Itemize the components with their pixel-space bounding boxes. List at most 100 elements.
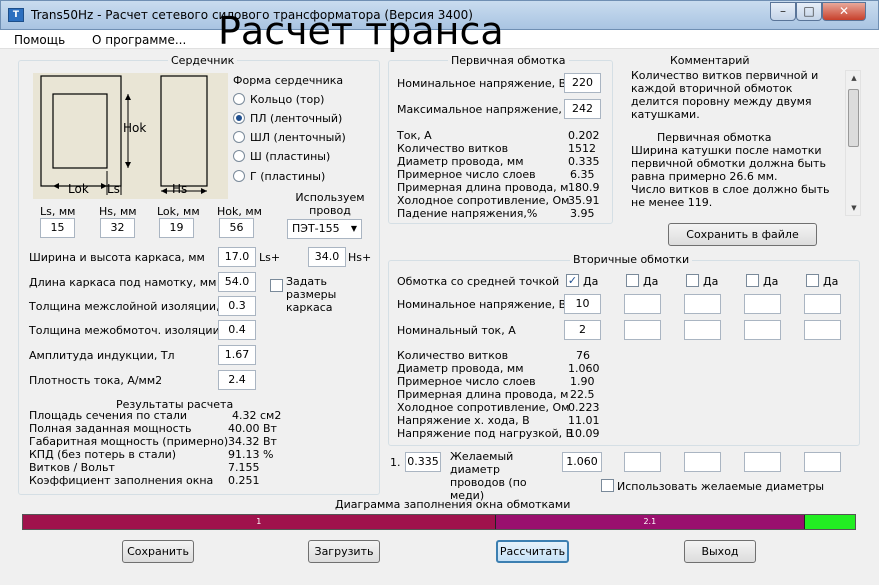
save-button[interactable]: Сохранить — [122, 540, 194, 563]
dim-input-hok[interactable]: 56 — [219, 218, 254, 238]
comment-paragraph: Число витков в слое должно быть не менее… — [631, 183, 830, 209]
secondary-row-label: Примерное число слоев — [397, 375, 536, 388]
use-desired-label: Использовать желаемые диаметры — [617, 480, 825, 493]
center-tap-checkbox[interactable]: ✓ — [566, 274, 579, 287]
secondary-desired-input[interactable] — [624, 452, 661, 472]
scroll-up-icon[interactable]: ▲ — [846, 71, 862, 85]
set-frame-label: Задать размеры каркаса — [286, 275, 337, 314]
comment-scrollbar[interactable]: ▲ ▼ — [845, 70, 861, 216]
comment-text: Количество витков первичной и каждой вто… — [631, 69, 841, 219]
induction-input[interactable]: 1.67 — [218, 345, 256, 365]
secondary-voltage-input[interactable] — [804, 294, 841, 314]
center-tap-checkbox[interactable] — [746, 274, 759, 287]
save-to-file-button[interactable]: Сохранить в файле — [668, 223, 817, 246]
exit-button[interactable]: Выход — [684, 540, 756, 563]
secondary-row-value: 76 — [576, 349, 590, 362]
secondary-desired-input[interactable] — [684, 452, 721, 472]
radio-shape-torus[interactable] — [233, 93, 245, 105]
secondary-desired-input[interactable]: 1.060 — [562, 452, 602, 472]
primary-nominal-label: Номинальное напряжение, В — [397, 77, 567, 90]
secondary-row-label: Холодное сопротивление, Ом — [397, 401, 570, 414]
yes-label: Да — [763, 275, 779, 288]
frame-length-label: Длина каркаса под намотку, мм — [29, 276, 217, 289]
core-diagram — [33, 73, 228, 199]
result-label: Полная заданная мощность — [29, 422, 192, 435]
center-tap-checkbox[interactable] — [806, 274, 819, 287]
dim-input-ls[interactable]: 15 — [40, 218, 75, 238]
radio-shape-sh[interactable] — [233, 150, 245, 162]
menu-help[interactable]: Помощь — [14, 33, 65, 47]
secondary-row-value: 0.223 — [568, 401, 600, 414]
secondary-current-input[interactable] — [804, 320, 841, 340]
menu-about[interactable]: О программе... — [92, 33, 186, 47]
center-tap-checkbox[interactable] — [626, 274, 639, 287]
interlayer-label: Толщина межслойной изоляции, мм — [29, 300, 240, 313]
secondary-current-input[interactable] — [744, 320, 781, 340]
result-label: Площадь сечения по стали — [29, 409, 188, 422]
use-desired-checkbox[interactable] — [601, 479, 614, 492]
set-frame-checkbox[interactable] — [270, 279, 283, 292]
minimize-button[interactable]: – — [770, 2, 796, 21]
load-button[interactable]: Загрузить — [308, 540, 380, 563]
dim-label-hs: Hs, мм — [99, 205, 137, 218]
diagram-segment: 2.1 — [495, 515, 806, 529]
desired-diameter-label: Желаемый диаметр проводов (по меди) — [450, 450, 527, 502]
secondary-desired-input[interactable] — [744, 452, 781, 472]
close-button[interactable]: ✕ — [822, 2, 866, 21]
primary-max-input[interactable]: 242 — [564, 99, 601, 119]
radio-shape-pl[interactable] — [233, 112, 245, 124]
frame-length-input[interactable]: 54.0 — [218, 272, 256, 292]
result-value: 0.251 — [228, 474, 260, 487]
scroll-down-icon[interactable]: ▼ — [846, 201, 862, 215]
secondary-voltage-input[interactable]: 10 — [564, 294, 601, 314]
secondary-voltage-input[interactable] — [624, 294, 661, 314]
radio-shape-g[interactable] — [233, 170, 245, 182]
secondary-voltage-input[interactable] — [684, 294, 721, 314]
primary-row-value: 1512 — [568, 142, 596, 155]
shape-title: Форма сердечника — [233, 74, 344, 87]
dim-label-lok: Lok, мм — [157, 205, 200, 218]
calculate-button[interactable]: Рассчитать — [496, 540, 569, 563]
primary-row-value: 35.91 — [568, 194, 600, 207]
secondary-desired-input[interactable] — [804, 452, 841, 472]
scroll-thumb[interactable] — [848, 89, 859, 147]
primary-index-label: 1. — [390, 456, 401, 469]
dim-input-hs[interactable]: 32 — [100, 218, 135, 238]
wire-select[interactable]: ПЭТ-155 ▼ — [287, 219, 362, 239]
secondary-row-value: 11.01 — [568, 414, 600, 427]
primary-desired-input[interactable]: 0.335 — [405, 452, 441, 472]
interlayer-input[interactable]: 0.3 — [218, 296, 256, 316]
shape-label: Кольцо (тор) — [250, 93, 325, 106]
interwinding-input[interactable]: 0.4 — [218, 320, 256, 340]
ls-plus-label: Ls+ — [259, 251, 281, 264]
yes-label: Да — [823, 275, 839, 288]
diagram-title: Диаграмма заполнения окна обмотками — [335, 498, 571, 511]
core-group-title: Сердечник — [168, 54, 238, 67]
frame-height-input[interactable]: 34.0 — [308, 247, 346, 267]
dim-label-ls: Ls, мм — [40, 205, 76, 218]
dim-input-lok[interactable]: 19 — [159, 218, 194, 238]
primary-nominal-input[interactable]: 220 — [564, 73, 601, 93]
secondary-voltage-input[interactable] — [744, 294, 781, 314]
center-tap-checkbox[interactable] — [686, 274, 699, 287]
maximize-button[interactable]: □ — [796, 2, 822, 21]
secondary-nominal-label: Номинальное напряжение, В — [397, 298, 567, 311]
result-label: КПД (без потерь в стали) — [29, 448, 177, 461]
current-density-input[interactable]: 2.4 — [218, 370, 256, 390]
secondary-row-label: Напряжение под нагрузкой, В — [397, 427, 574, 440]
comment-paragraph: Ширина катушки после намотки первичной о… — [631, 144, 826, 183]
secondary-current-input[interactable]: 2 — [564, 320, 601, 340]
yes-label: Да — [703, 275, 719, 288]
primary-row-label: Ток, А — [397, 129, 432, 142]
frame-width-input[interactable]: 17.0 — [218, 247, 256, 267]
primary-row-label: Диаметр провода, мм — [397, 155, 524, 168]
comment-subtitle: Первичная обмотка — [657, 131, 772, 144]
secondary-row-value: 22.5 — [570, 388, 595, 401]
primary-row-label: Падение напряжения,% — [397, 207, 538, 220]
secondary-current-input[interactable] — [624, 320, 661, 340]
result-label: Витков / Вольт — [29, 461, 115, 474]
secondary-current-input[interactable] — [684, 320, 721, 340]
diagram-segment: 1 — [23, 515, 496, 529]
primary-title: Первичная обмотка — [448, 54, 569, 67]
radio-shape-shl[interactable] — [233, 131, 245, 143]
